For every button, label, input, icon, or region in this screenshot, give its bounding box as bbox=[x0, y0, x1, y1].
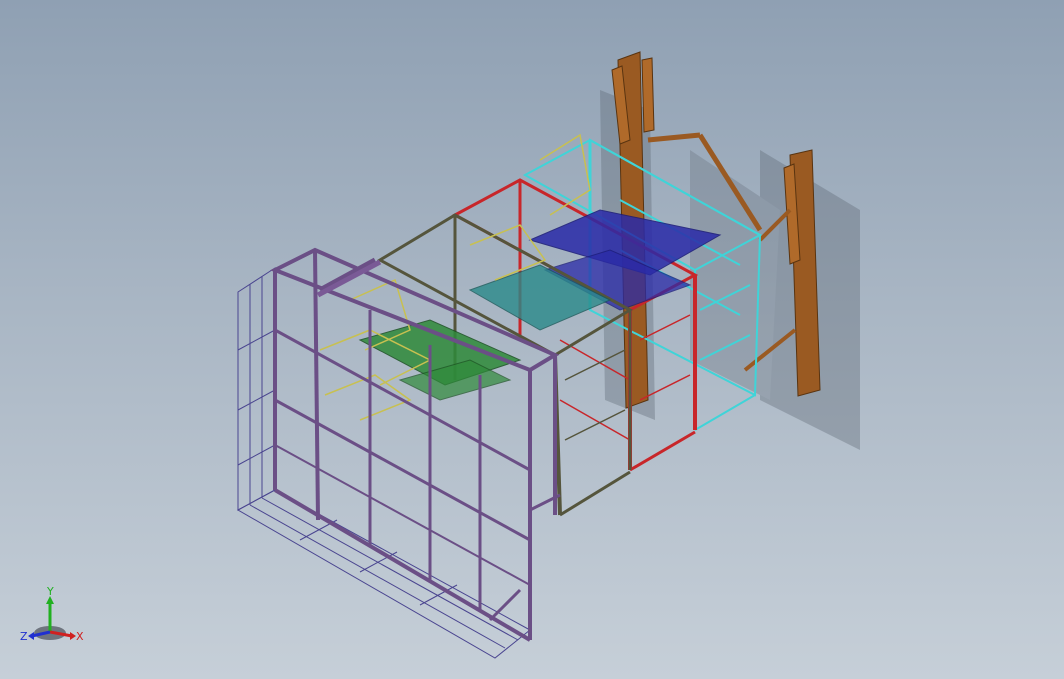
x-axis-label: X bbox=[76, 630, 84, 643]
z-axis-label: Z bbox=[20, 630, 28, 643]
assembly-model[interactable] bbox=[0, 0, 1064, 679]
inner-stair-green bbox=[358, 319, 522, 401]
graphics-viewport[interactable]: Y X Z bbox=[0, 0, 1064, 679]
y-axis-label: Y bbox=[46, 585, 54, 598]
z-arrow-head-icon bbox=[28, 632, 34, 640]
view-orientation-triad[interactable]: Y X Z bbox=[18, 584, 88, 654]
